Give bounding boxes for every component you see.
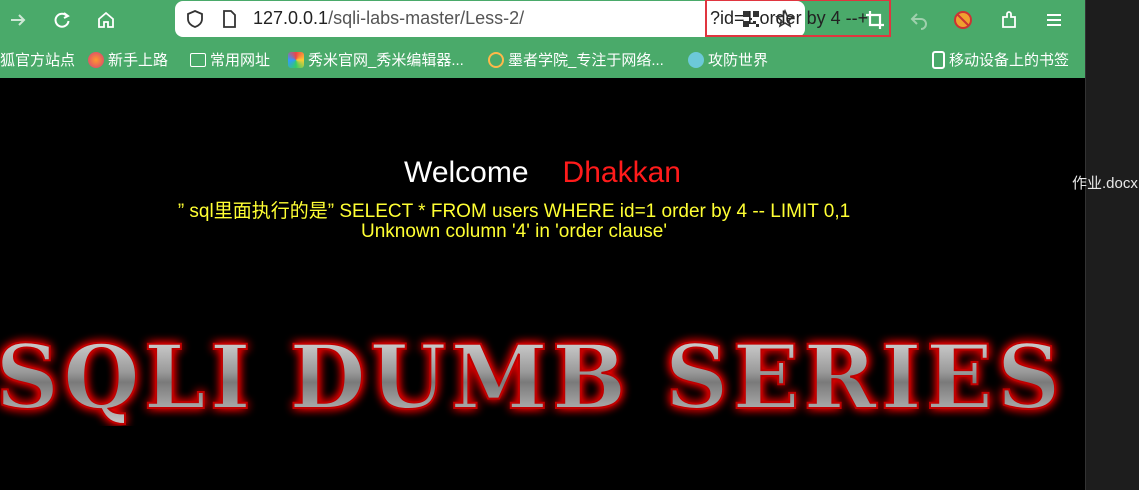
shield-icon[interactable] (181, 5, 209, 33)
star-icon[interactable] (771, 5, 799, 33)
reload-icon[interactable] (48, 6, 76, 34)
banner-text: SQLI DUMB SERIES (0, 325, 1064, 426)
menu-icon[interactable] (1040, 6, 1068, 34)
user-name: Dhakkan (562, 156, 681, 189)
bookmark-item[interactable]: 墨者学院_专注于网络... (488, 49, 664, 70)
bookmark-item[interactable]: 攻防世界 (688, 49, 768, 70)
sql-error-text: Unknown column '4' in 'order clause' (361, 221, 667, 242)
crop-icon[interactable] (861, 6, 889, 34)
url-host: 127.0.0.1 (253, 8, 329, 28)
sqli-banner: SQLI DUMB SERIES SQLI DUMB SERIES (0, 316, 1090, 430)
xiumi-icon (288, 51, 304, 68)
bookmark-label: 狐官方站点 (0, 52, 76, 69)
file-label[interactable]: 作业.docx (1072, 172, 1138, 193)
bookmark-label: 秀米官网_秀米编辑器... (308, 52, 464, 69)
bookmark-item[interactable]: 秀米官网_秀米编辑器... (288, 49, 464, 70)
bookmark-label: 常用网址 (210, 52, 271, 69)
sql-query-text: ” sql里面执行的是” SELECT * FROM users WHERE i… (177, 201, 851, 222)
firefox-icon (88, 51, 104, 68)
folder-icon (190, 52, 206, 67)
bookmark-item[interactable]: 常用网址 (190, 49, 270, 70)
page-icon (215, 5, 243, 33)
bookmark-label: 移动设备上的书签 (949, 52, 1070, 69)
forward-icon[interactable] (4, 6, 32, 34)
bookmark-item[interactable]: 狐官方站点 (0, 49, 75, 70)
bookmarks-bar: 狐官方站点 新手上路 常用网址 秀米官网_秀米编辑器... 墨者学院_专注于网络… (0, 40, 1085, 78)
undo-icon[interactable] (905, 6, 933, 34)
bookmark-label: 墨者学院_专注于网络... (508, 52, 664, 69)
mozhe-icon (488, 51, 504, 68)
bookmark-label: 攻防世界 (708, 52, 769, 69)
browser-toolbar: 127.0.0.1/sqli-labs-master/Less-2/ ?id=1… (0, 0, 1085, 40)
url-path: /sqli-labs-master/Less-2/ (328, 8, 525, 28)
bookmark-label: 新手上路 (108, 52, 169, 69)
extension-icon[interactable] (995, 6, 1023, 34)
home-icon[interactable] (92, 6, 120, 34)
bookmark-item[interactable]: 移动设备上的书签 (932, 49, 1069, 70)
url-text[interactable]: 127.0.0.1/sqli-labs-master/Less-2/ (253, 8, 524, 29)
page-content: Welcome Dhakkan ” sql里面执行的是” SELECT * FRO… (0, 78, 1085, 490)
desktop-side-panel: 作业.docx (1072, 0, 1139, 490)
bookmark-item[interactable]: 新手上路 (88, 49, 168, 70)
welcome-heading: Welcome Dhakkan (0, 156, 1085, 190)
mobile-icon (932, 50, 945, 69)
qr-icon[interactable] (737, 5, 765, 33)
blocked-icon[interactable] (949, 6, 977, 34)
globe-icon (688, 51, 704, 68)
address-bar[interactable]: 127.0.0.1/sqli-labs-master/Less-2/ ?id=1… (175, 0, 891, 37)
welcome-text: Welcome (404, 156, 529, 189)
